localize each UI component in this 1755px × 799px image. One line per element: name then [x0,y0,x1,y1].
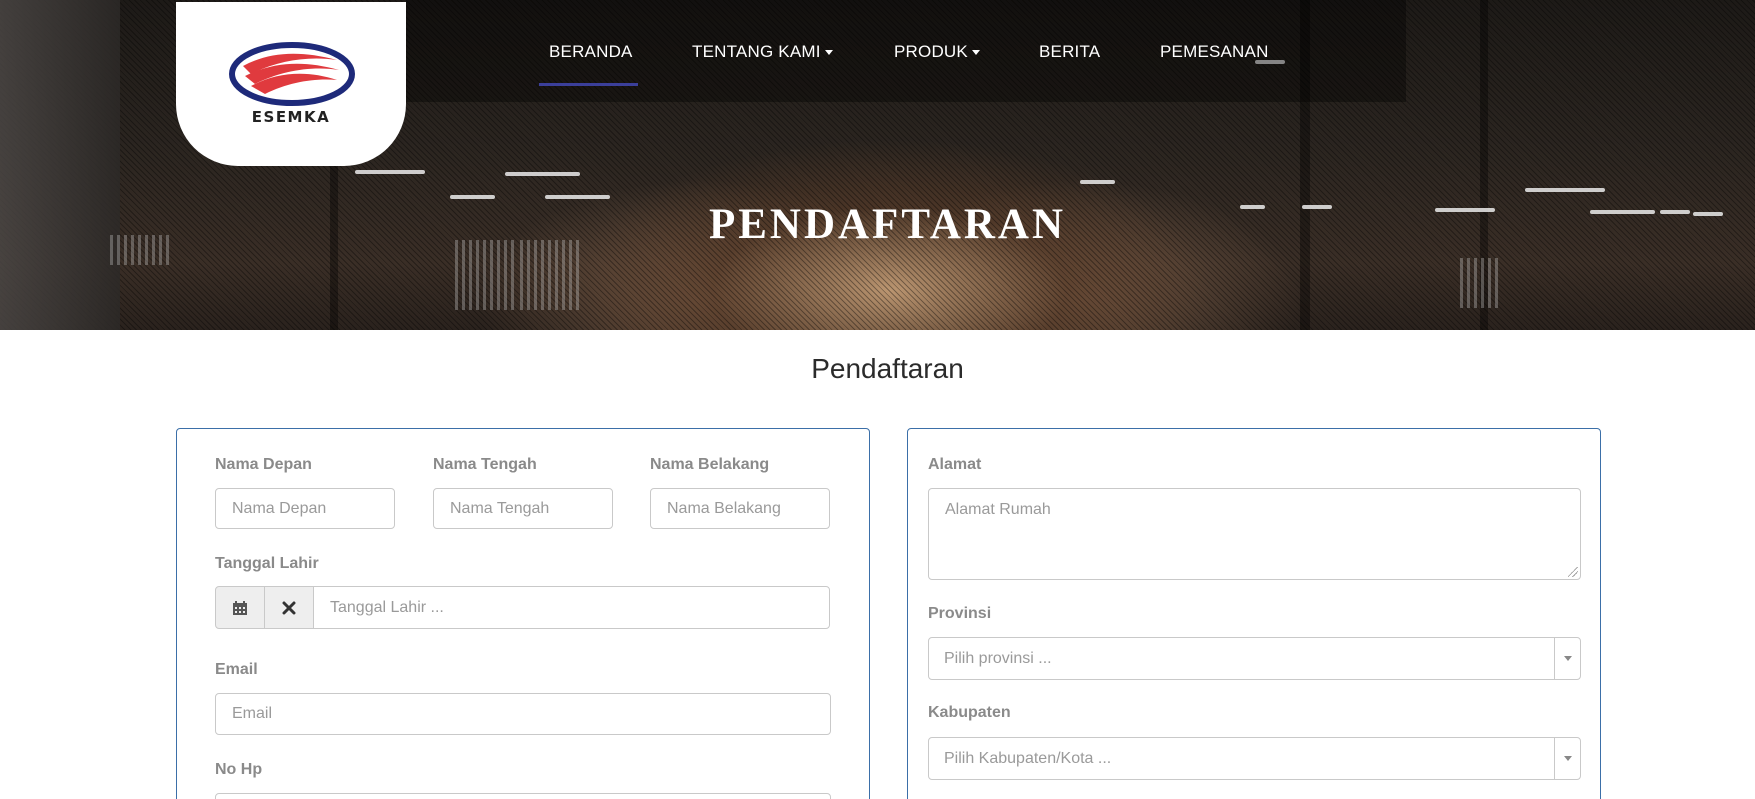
hero-bg-light [1525,188,1605,192]
email-input[interactable] [215,693,831,735]
logo-link[interactable]: ESEMKA [176,2,406,166]
nav-item-label: BERANDA [549,42,633,61]
hero-bg-window [1460,258,1500,308]
select-arrow [1554,738,1580,779]
nav-item-produk[interactable]: PRODUK [894,42,980,62]
address-label: Alamat [928,456,982,473]
province-label: Provinsi [928,605,992,622]
hero-bg-wall [0,0,120,330]
nav-item-label: PRODUK [894,42,968,61]
regency-select-value: Pilih Kabupaten/Kota ... [944,750,1112,767]
hero-bg-window [455,240,515,310]
personal-info-panel: Nama Depan Nama Tengah Nama Belakang Tan… [176,428,870,799]
birth-date-label: Tanggal Lahir [215,555,319,572]
province-select[interactable]: Pilih provinsi ... [928,637,1581,680]
hero-bg-light [1080,180,1115,184]
nav-item-label: PEMESANAN [1160,42,1269,61]
middle-name-label: Nama Tengah [433,456,537,473]
caret-down-icon [824,50,833,56]
hero-banner: ESEMKA BERANDA TENTANG KAMI PRODUK BERIT… [0,0,1755,330]
hero-title: PENDAFTARAN [708,201,1067,248]
first-name-label: Nama Depan [215,456,312,473]
phone-input[interactable] [215,793,831,799]
times-icon[interactable] [264,586,314,629]
first-name-input[interactable] [215,488,395,529]
regency-label: Kabupaten [928,704,1011,721]
hero-bg-light [355,170,425,174]
province-select-value: Pilih provinsi ... [944,650,1052,667]
last-name-input[interactable] [650,488,830,529]
nav-item-label: TENTANG KAMI [692,42,821,61]
last-name-label: Nama Belakang [650,456,770,473]
resize-grip-icon[interactable] [1568,567,1578,577]
birth-date-input[interactable] [313,586,830,629]
regency-select[interactable]: Pilih Kabupaten/Kota ... [928,737,1581,780]
nav-item-berita[interactable]: BERITA [1039,42,1100,62]
nav-active-indicator [539,83,638,86]
nav-item-label: BERITA [1039,42,1101,61]
logo-text: ESEMKA [251,108,331,126]
page-title: Pendaftaran [811,353,964,384]
caret-down-icon [971,50,980,56]
nav-item-pemesanan[interactable]: PEMESANAN [1160,42,1269,62]
nav-item-beranda[interactable]: BERANDA [549,42,633,62]
address-textarea[interactable] [928,488,1581,580]
hero-bg-light [505,172,580,176]
calendar-icon[interactable] [215,586,265,629]
caret-down-icon [1563,756,1572,761]
hero-bg-light [545,195,610,199]
esemka-logo-icon [229,42,355,106]
address-panel: Alamat Provinsi Pilih provinsi ... Kabup… [907,428,1601,799]
birth-date-picker [215,586,830,629]
middle-name-input[interactable] [433,488,613,529]
nav-item-tentang-kami[interactable]: TENTANG KAMI [692,42,833,62]
select-arrow [1554,638,1580,679]
hero-bg-light [450,195,495,199]
email-label: Email [215,661,258,678]
phone-label: No Hp [215,761,263,778]
caret-down-icon [1563,656,1572,661]
hero-bg-window [520,240,580,310]
